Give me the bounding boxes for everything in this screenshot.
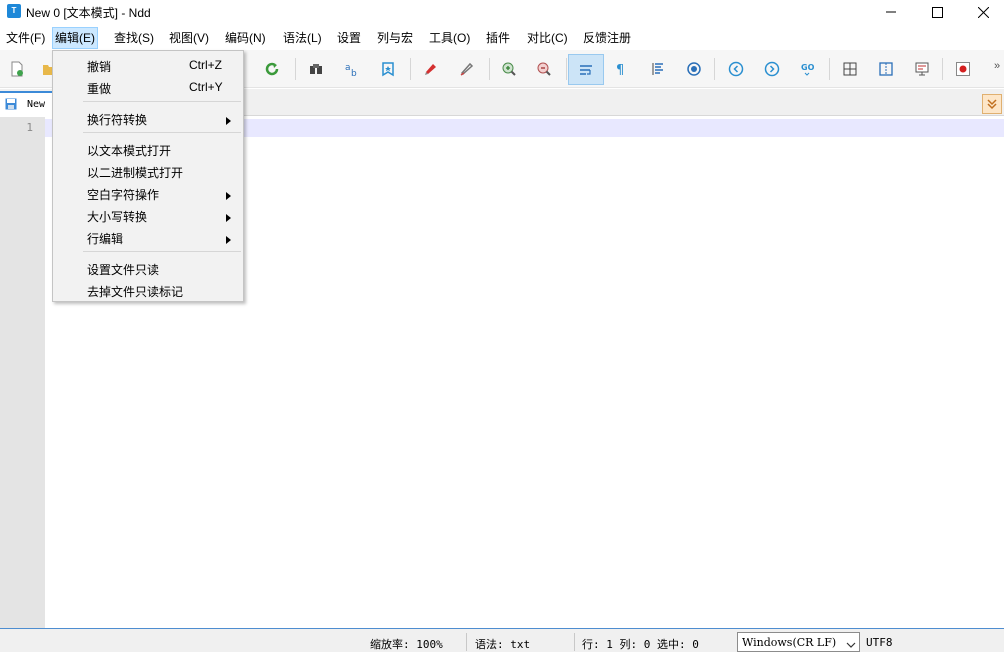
submenu-arrow-icon (226, 233, 231, 247)
menu-item-shortcut: Ctrl+Y (189, 80, 223, 94)
menu-item-label: 撤销 (87, 60, 112, 74)
toolbar-separator (410, 58, 411, 80)
menu-item-label: 行编辑 (87, 232, 124, 246)
menu-tools[interactable]: 工具(O) (427, 27, 472, 49)
line-number-gutter: 1 (0, 117, 45, 628)
status-separator (466, 633, 467, 651)
menu-encoding[interactable]: 编码(N) (223, 27, 268, 49)
menu-bar: 文件(F) 编辑(E) 查找(S) 视图(V) 编码(N) 语法(L) 设置 列… (0, 27, 1004, 50)
menu-item-whitespace-ops[interactable]: 空白字符操作 (54, 182, 242, 204)
word-wrap-icon[interactable] (568, 54, 604, 85)
toolbar-separator (714, 58, 715, 80)
menu-plugins[interactable]: 插件 (484, 27, 512, 49)
redo-icon[interactable] (261, 57, 285, 81)
split-view-icon[interactable] (874, 57, 898, 81)
minimize-button[interactable] (868, 0, 914, 24)
eol-select-value: Windows(CR LF) (742, 636, 837, 649)
menu-settings[interactable]: 设置 (335, 27, 363, 49)
cursor-position-status: 行: 1 列: 0 选中: 0 (582, 638, 699, 651)
menu-item-remove-readonly[interactable]: 去掉文件只读标记 (54, 279, 242, 301)
status-bar: 缩放率: 100% 语法: txt 行: 1 列: 0 选中: 0 Window… (0, 628, 1004, 652)
menu-file[interactable]: 文件(F) (4, 27, 47, 49)
menu-item-line-edit[interactable]: 行编辑 (54, 226, 242, 248)
menu-macro[interactable]: 列与宏 (375, 27, 415, 49)
replace-icon[interactable]: ab (340, 57, 364, 81)
record-target-icon[interactable] (682, 57, 706, 81)
zoom-status: 缩放率: 100% (370, 638, 443, 651)
menu-item-case-convert[interactable]: 大小写转换 (54, 204, 242, 226)
menu-item-shortcut: Ctrl+Z (189, 58, 222, 72)
menu-item-redo[interactable]: 重做 Ctrl+Y (54, 76, 242, 98)
macro-record-icon[interactable] (951, 57, 975, 81)
menu-edit[interactable]: 编辑(E) (52, 27, 98, 49)
tab-label: New (27, 99, 46, 110)
show-symbols-icon[interactable]: ¶ (609, 57, 633, 81)
line-number: 1 (26, 121, 33, 134)
save-disk-icon (5, 98, 17, 113)
menu-item-label: 以文本模式打开 (87, 144, 172, 158)
zoom-out-icon[interactable] (532, 57, 556, 81)
toolbar-separator (829, 58, 830, 80)
menu-separator (83, 132, 241, 133)
indent-guide-icon[interactable] (646, 57, 670, 81)
submenu-arrow-icon (226, 211, 231, 225)
zoom-in-icon[interactable] (497, 57, 521, 81)
window-title: New 0 [文本模式] - Ndd (26, 6, 151, 20)
fold-all-icon[interactable] (838, 57, 862, 81)
menu-item-label: 换行符转换 (87, 113, 148, 127)
menu-item-eol-convert[interactable]: 换行符转换 (54, 107, 242, 129)
nav-back-icon[interactable] (724, 57, 748, 81)
svg-text:¶: ¶ (616, 63, 624, 77)
title-bar: T New 0 [文本模式] - Ndd (0, 0, 1004, 26)
goto-icon[interactable]: GO (796, 57, 820, 81)
svg-text:b: b (351, 69, 357, 77)
tab-new-0[interactable]: New (0, 91, 54, 116)
menu-item-label: 空白字符操作 (87, 188, 160, 202)
menu-item-set-readonly[interactable]: 设置文件只读 (54, 257, 242, 279)
menu-view[interactable]: 视图(V) (167, 27, 211, 49)
maximize-button[interactable] (914, 0, 960, 24)
menu-item-undo[interactable]: 撤销 Ctrl+Z (54, 54, 242, 76)
submenu-arrow-icon (226, 114, 231, 128)
new-file-icon[interactable] (5, 57, 29, 81)
app-icon: T (7, 4, 21, 18)
menu-separator (83, 251, 241, 252)
eol-select[interactable]: Windows(CR LF) (737, 632, 860, 652)
toolbar-overflow-icon[interactable]: » (994, 60, 1000, 72)
menu-item-label: 以二进制模式打开 (87, 166, 184, 180)
nav-forward-icon[interactable] (760, 57, 784, 81)
close-button[interactable] (960, 0, 1004, 24)
syntax-status: 语法: txt (475, 638, 531, 651)
menu-item-label: 设置文件只读 (87, 263, 160, 277)
menu-search[interactable]: 查找(S) (112, 27, 156, 49)
bookmark-icon[interactable] (376, 57, 400, 81)
find-icon[interactable] (304, 57, 328, 81)
svg-text:a: a (345, 63, 351, 73)
tab-list-chevron-icon[interactable] (982, 94, 1002, 114)
mark-icon[interactable] (419, 57, 443, 81)
menu-item-label: 大小写转换 (87, 210, 148, 224)
menu-item-label: 去掉文件只读标记 (87, 285, 184, 299)
submenu-arrow-icon (226, 189, 231, 203)
edit-dropdown-menu: 撤销 Ctrl+Z 重做 Ctrl+Y 换行符转换 以文本模式打开 以二进制模式… (52, 50, 244, 302)
toolbar-separator (566, 58, 567, 80)
toolbar-separator (489, 58, 490, 80)
menu-item-open-binary-mode[interactable]: 以二进制模式打开 (54, 160, 242, 182)
svg-text:GO: GO (801, 63, 815, 72)
encoding-status: UTF8 (866, 636, 893, 649)
menu-compare[interactable]: 对比(C) (525, 27, 570, 49)
menu-separator (83, 101, 241, 102)
status-separator (574, 633, 575, 651)
menu-feedback[interactable]: 反馈注册 (581, 27, 633, 49)
menu-item-open-text-mode[interactable]: 以文本模式打开 (54, 138, 242, 160)
menu-syntax[interactable]: 语法(L) (281, 27, 324, 49)
toolbar-separator (295, 58, 296, 80)
chevron-down-icon (846, 638, 856, 652)
menu-item-label: 重做 (87, 82, 112, 96)
compare-icon[interactable] (910, 57, 934, 81)
clear-mark-icon[interactable] (455, 57, 479, 81)
toolbar-separator (942, 58, 943, 80)
